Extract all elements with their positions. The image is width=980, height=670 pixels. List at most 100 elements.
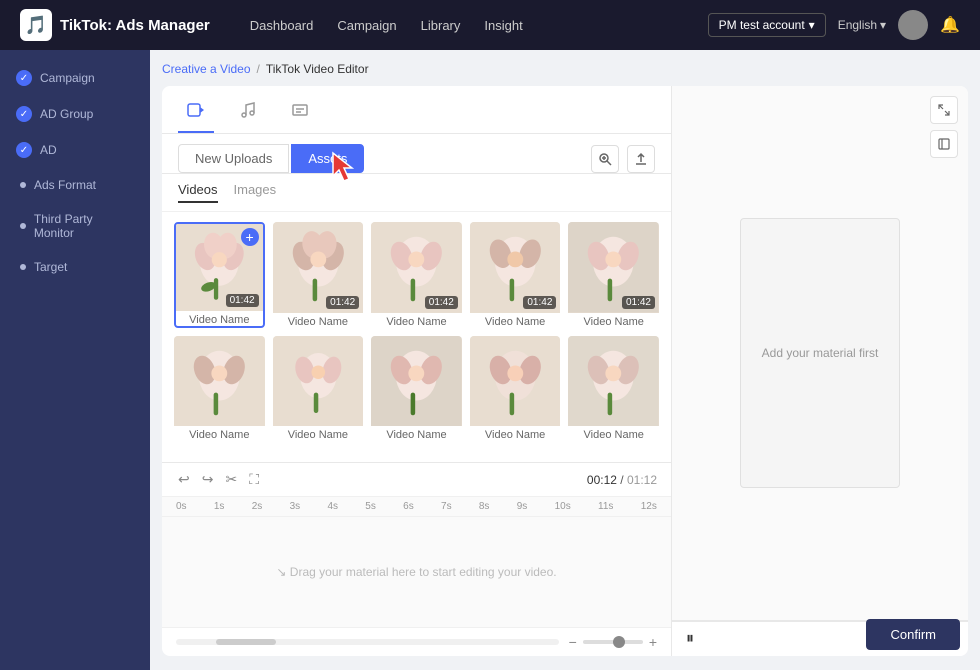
nav-campaign[interactable]: Campaign: [337, 14, 396, 37]
pm-account-button[interactable]: PM test account ▾: [708, 13, 826, 37]
zoom-slider[interactable]: [583, 640, 643, 644]
tick-10s: 10s: [555, 501, 571, 512]
content-area: Creative a Video / TikTok Video Editor: [150, 50, 980, 670]
video-name-5: Video Name: [568, 316, 659, 328]
video-item-5[interactable]: 01:42 Video Name: [568, 222, 659, 328]
media-type-tabs: Videos Images: [162, 174, 671, 212]
video-item-10[interactable]: Video Name: [568, 336, 659, 442]
timeline-time: 00:12 / 01:12: [587, 473, 657, 487]
drag-hint: ↘ Drag your material here to start editi…: [276, 565, 556, 579]
language-selector[interactable]: English ▾: [838, 18, 886, 32]
nav-insight[interactable]: Insight: [484, 14, 522, 37]
video-item-2[interactable]: 01:42 Video Name: [273, 222, 364, 328]
tiktok-icon: 🎵: [20, 9, 52, 41]
tick-5s: 5s: [365, 501, 376, 512]
sidebar-item-target[interactable]: Target: [0, 250, 150, 284]
timeline-scrollbar[interactable]: [176, 639, 559, 645]
preview-icon-2[interactable]: [930, 130, 958, 158]
preview-content: Add your material first: [672, 198, 968, 508]
tab-toggle-group: New Uploads Assets: [178, 144, 364, 173]
tab-text[interactable]: [282, 94, 318, 133]
sidebar-item-ad[interactable]: ✓ AD: [0, 132, 150, 168]
tick-9s: 9s: [517, 501, 528, 512]
zoom-out-button[interactable]: −: [569, 634, 577, 650]
brand-logo: 🎵 TikTok: Ads Manager: [20, 9, 210, 41]
avatar[interactable]: [898, 10, 928, 40]
sub-tab-actions: [591, 145, 655, 173]
new-uploads-tab[interactable]: New Uploads: [178, 144, 289, 173]
tick-2s: 2s: [252, 501, 263, 512]
sidebar-item-third-party-monitor[interactable]: Third Party Monitor: [0, 202, 150, 250]
confirm-button[interactable]: Confirm: [866, 619, 960, 650]
main-layout: ✓ Campaign ✓ AD Group ✓ AD Ads Format Th…: [0, 50, 980, 670]
time-current: 00:12: [587, 473, 617, 487]
editor-tab-icons: [162, 86, 671, 134]
video-item-3[interactable]: 01:42 Video Name: [371, 222, 462, 328]
fullscreen-button[interactable]: ⛶: [247, 469, 261, 490]
left-panel: New Uploads Assets: [162, 86, 672, 656]
video-name-10: Video Name: [568, 429, 659, 441]
zoom-in-button[interactable]: +: [649, 634, 657, 650]
tab-videos[interactable]: Videos: [178, 182, 218, 203]
sidebar-label-third-party: Third Party Monitor: [34, 212, 134, 240]
tab-video[interactable]: [178, 94, 214, 133]
zoom-icon-btn[interactable]: [591, 145, 619, 173]
breadcrumb: Creative a Video / TikTok Video Editor: [162, 62, 968, 76]
sidebar-item-campaign[interactable]: ✓ Campaign: [0, 60, 150, 96]
tick-12s: 12s: [641, 501, 657, 512]
video-item-8[interactable]: Video Name: [371, 336, 462, 442]
video-item-4[interactable]: 01:42 Video Name: [470, 222, 561, 328]
video-item-1[interactable]: 01:42 + Video Name: [174, 222, 265, 328]
target-bullet: [20, 264, 26, 270]
nav-dashboard[interactable]: Dashboard: [250, 14, 314, 37]
crop-button[interactable]: ✂: [223, 469, 239, 490]
third-party-bullet: [20, 223, 26, 229]
tab-music[interactable]: [230, 94, 266, 133]
tick-3s: 3s: [290, 501, 301, 512]
preview-icon-1[interactable]: [930, 96, 958, 124]
tab-images[interactable]: Images: [234, 182, 277, 203]
preview-icons: [930, 96, 958, 158]
preview-placeholder: Add your material first: [740, 218, 900, 488]
ruler-ticks: 0s 1s 2s 3s 4s 5s 6s 7s 8s 9s 10s 11s 12…: [176, 501, 657, 512]
sidebar-item-ad-group[interactable]: ✓ AD Group: [0, 96, 150, 132]
time-total: 01:12: [627, 473, 657, 487]
tick-1s: 1s: [214, 501, 225, 512]
video-grid: 01:42 + Video Name: [162, 212, 671, 462]
video-name-4: Video Name: [470, 316, 561, 328]
duration-badge: 01:42: [226, 294, 259, 307]
video-name-6: Video Name: [174, 429, 265, 441]
tick-4s: 4s: [327, 501, 338, 512]
video-item-9[interactable]: Video Name: [470, 336, 561, 442]
notification-icon[interactable]: 🔔: [940, 15, 960, 35]
duration-badge-2: 01:42: [326, 296, 359, 309]
sidebar-label-ad-group: AD Group: [40, 107, 93, 121]
timeline-footer: − +: [162, 627, 671, 656]
timeline-body: ↘ Drag your material here to start editi…: [162, 517, 671, 627]
sidebar-label-ad: AD: [40, 143, 57, 157]
nav-links: Dashboard Campaign Library Insight: [250, 14, 678, 37]
video-editor: New Uploads Assets: [162, 86, 968, 656]
undo-button[interactable]: ↩: [176, 469, 192, 490]
video-name-3: Video Name: [371, 316, 462, 328]
ad-check-icon: ✓: [16, 142, 32, 158]
top-navigation: 🎵 TikTok: Ads Manager Dashboard Campaign…: [0, 0, 980, 50]
add-video-btn[interactable]: +: [241, 228, 259, 246]
assets-tab[interactable]: Assets: [291, 144, 364, 173]
scrollbar-thumb: [216, 639, 276, 645]
preview-area: Add your material first: [672, 86, 968, 621]
video-item-7[interactable]: Video Name: [273, 336, 364, 442]
breadcrumb-current: TikTok Video Editor: [266, 62, 369, 76]
play-pause-button[interactable]: ⏸: [686, 630, 694, 648]
video-name-8: Video Name: [371, 429, 462, 441]
upload-icon-btn[interactable]: [627, 145, 655, 173]
tick-7s: 7s: [441, 501, 452, 512]
breadcrumb-link[interactable]: Creative a Video: [162, 62, 251, 76]
redo-button[interactable]: ↪: [200, 469, 216, 490]
tick-6s: 6s: [403, 501, 414, 512]
timeline-ruler: 0s 1s 2s 3s 4s 5s 6s 7s 8s 9s 10s 11s 12…: [162, 497, 671, 517]
ad-group-check-icon: ✓: [16, 106, 32, 122]
sidebar-item-ads-format[interactable]: Ads Format: [0, 168, 150, 202]
video-item-6[interactable]: Video Name: [174, 336, 265, 442]
nav-library[interactable]: Library: [421, 14, 461, 37]
